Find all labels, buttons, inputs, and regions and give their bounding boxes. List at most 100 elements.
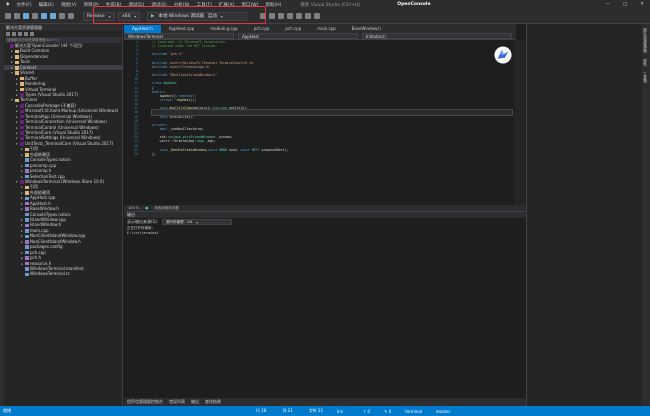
tree-item-label: Terminal bbox=[20, 97, 37, 103]
tree-item-label: Build Common bbox=[20, 48, 50, 54]
file-icon bbox=[20, 93, 24, 97]
tree-item-label: UnitTests_TerminalCore (Visual Studio 20… bbox=[25, 140, 114, 146]
tree-item-label: Virtual Terminal bbox=[25, 86, 57, 92]
collapse-icon[interactable] bbox=[24, 32, 28, 36]
code-token: void bbox=[159, 147, 170, 152]
tab-basewindow-h[interactable]: BaseWindow.h bbox=[344, 25, 389, 33]
bottom-tab[interactable]: 错误列表 bbox=[169, 399, 185, 405]
chevron-down-icon: ▾ bbox=[196, 219, 199, 225]
menu-item[interactable]: 文件(F) bbox=[16, 2, 31, 8]
folder-icon bbox=[15, 49, 19, 54]
toolbar-icon[interactable] bbox=[296, 13, 302, 19]
menu-item[interactable]: 帮助(H) bbox=[265, 2, 281, 8]
tree-item-label: pch.cpp bbox=[30, 249, 46, 255]
output-source-select[interactable]: 源代码管理 - Git ▾ bbox=[162, 219, 233, 225]
toolbar-icon[interactable] bbox=[305, 13, 311, 19]
code-token: (); bbox=[190, 97, 197, 102]
bottom-tab[interactable]: 程序包管理器控制台 bbox=[127, 399, 163, 405]
redo-icon[interactable] bbox=[68, 13, 74, 19]
save-all-icon[interactable] bbox=[50, 13, 56, 19]
file-icon bbox=[25, 272, 29, 277]
settings-icon[interactable] bbox=[30, 32, 34, 36]
close-icon[interactable]: ✕ bbox=[640, 2, 644, 7]
scroll-minimap[interactable] bbox=[514, 40, 526, 205]
code-token: hstring bbox=[213, 106, 227, 111]
folder-icon bbox=[15, 60, 19, 65]
line-number-gutter: 1 2 3 4 5 6 7 8 9 10 11 12 13 14 15 16 17 18 19 20 21 22 23 24 2… bbox=[124, 40, 140, 205]
maximize-icon[interactable]: □ bbox=[623, 2, 627, 7]
menu-item[interactable]: 视图(V) bbox=[61, 2, 77, 8]
file-icon bbox=[25, 234, 29, 239]
code-token: (winrt:: bbox=[198, 106, 214, 111]
output-source-value: 源代码管理 - Git bbox=[166, 219, 193, 224]
zoom-level[interactable]: 100 % bbox=[128, 206, 139, 210]
menu-search-input[interactable]: 搜索 Visual Studio (Ctrl+Q) bbox=[300, 2, 360, 8]
minimize-icon[interactable]: — bbox=[605, 2, 610, 7]
code-token: }; bbox=[152, 151, 156, 156]
tree-item-label: 外部依赖项 bbox=[30, 151, 50, 157]
code-token: void bbox=[159, 106, 170, 111]
sync-icon[interactable] bbox=[12, 32, 16, 36]
toolbar-icon[interactable] bbox=[287, 13, 293, 19]
right-strip-tab[interactable]: 工具箱 bbox=[644, 72, 649, 83]
status-item[interactable]: terminal bbox=[405, 409, 422, 414]
toolbar-icon[interactable] bbox=[278, 13, 284, 19]
tree-item-label: IslandWindow.h bbox=[30, 222, 62, 228]
open-file-icon[interactable] bbox=[32, 13, 38, 19]
bottom-tab[interactable]: 查找结果 bbox=[205, 399, 221, 405]
tree-item-label: Microsoft.UI.Xaml.Markup (Universal Wind… bbox=[25, 108, 119, 114]
code-token: #include bbox=[152, 64, 170, 69]
check-icon: ● bbox=[145, 206, 149, 210]
tree-item[interactable]: WindowsTerminal.rc bbox=[4, 271, 122, 276]
tab-pch-cpp[interactable]: pch.cpp bbox=[246, 25, 278, 33]
forward-icon[interactable] bbox=[14, 13, 20, 19]
project-dropdown[interactable]: WindowsTerminal bbox=[124, 33, 234, 39]
folder-icon bbox=[25, 153, 29, 157]
code-editor[interactable]: 1 2 3 4 5 6 7 8 9 10 11 12 13 14 15 16 17 18 19 20 21 22 23 24 2… bbox=[124, 40, 514, 205]
save-icon[interactable] bbox=[41, 13, 47, 19]
right-tool-strip: 团队资源管理器属性工具箱 bbox=[642, 24, 650, 406]
tree-item-label: WindowsTerminal.manifest bbox=[30, 265, 84, 271]
file-icon bbox=[25, 207, 29, 211]
tab-module-g-cpp[interactable]: module.g.cpp bbox=[202, 25, 245, 33]
tree-item-label: WindowsTerminal (Windows Store 10.0) bbox=[25, 178, 105, 184]
bottom-tab[interactable]: 输出 bbox=[191, 399, 199, 405]
vs-logo-icon: ◆ bbox=[6, 2, 10, 7]
back-icon[interactable] bbox=[5, 13, 11, 19]
scope-dropdown[interactable]: AppHost bbox=[238, 33, 358, 39]
toolbar-icon[interactable] bbox=[314, 13, 320, 19]
tree-item-label: Buffer bbox=[25, 75, 38, 81]
refresh-icon[interactable] bbox=[18, 32, 22, 36]
window-title: OpenConsole bbox=[397, 2, 431, 7]
tree-item-label: precomp.cpp bbox=[30, 162, 57, 168]
tree-item-label: SelectionTest.cpp bbox=[30, 173, 65, 179]
undo-icon[interactable] bbox=[59, 13, 65, 19]
tree-item-label: AppHost.cpp bbox=[30, 195, 56, 201]
right-strip-tab[interactable]: 属性 bbox=[644, 59, 649, 66]
status-item[interactable]: master bbox=[436, 409, 450, 414]
member-dropdown[interactable]: Initialize() bbox=[362, 33, 512, 39]
tab-pch-cpp[interactable]: pch.cpp bbox=[277, 25, 309, 33]
status-mode: Ins bbox=[337, 408, 343, 414]
folder-icon bbox=[20, 87, 24, 92]
output-panel: 输出 显示输出来源(S): 源代码管理 - Git ▾ 正在打开存储库: E:\sr… bbox=[124, 211, 526, 398]
code-token: const bbox=[240, 147, 252, 152]
folder-icon bbox=[15, 55, 19, 59]
toolbar-icon[interactable] bbox=[269, 13, 275, 19]
highlight-box bbox=[93, 6, 266, 24]
code-line[interactable]: }; bbox=[152, 152, 512, 156]
code-token: AppHost bbox=[163, 81, 177, 86]
status-item[interactable]: ✎ 0 bbox=[384, 409, 391, 414]
file-icon bbox=[25, 163, 29, 168]
right-strip-tab[interactable]: 团队资源管理器 bbox=[644, 28, 649, 53]
home-icon[interactable] bbox=[6, 32, 10, 36]
tab-main-cpp[interactable]: main.cpp bbox=[309, 25, 344, 33]
tab-apphost-cpp[interactable]: AppHost.cpp bbox=[161, 25, 202, 33]
tab-apphost-h[interactable]: AppHost.h bbox=[124, 25, 161, 33]
status-item[interactable]: ↑ 0 bbox=[363, 409, 370, 414]
code-token: "NonClientIslandWindow.h" bbox=[169, 73, 218, 78]
new-project-icon[interactable] bbox=[23, 13, 29, 19]
menu-item[interactable]: 编辑(E) bbox=[39, 2, 54, 8]
folder-icon bbox=[20, 82, 24, 86]
status-col: 列 21 bbox=[282, 408, 293, 413]
